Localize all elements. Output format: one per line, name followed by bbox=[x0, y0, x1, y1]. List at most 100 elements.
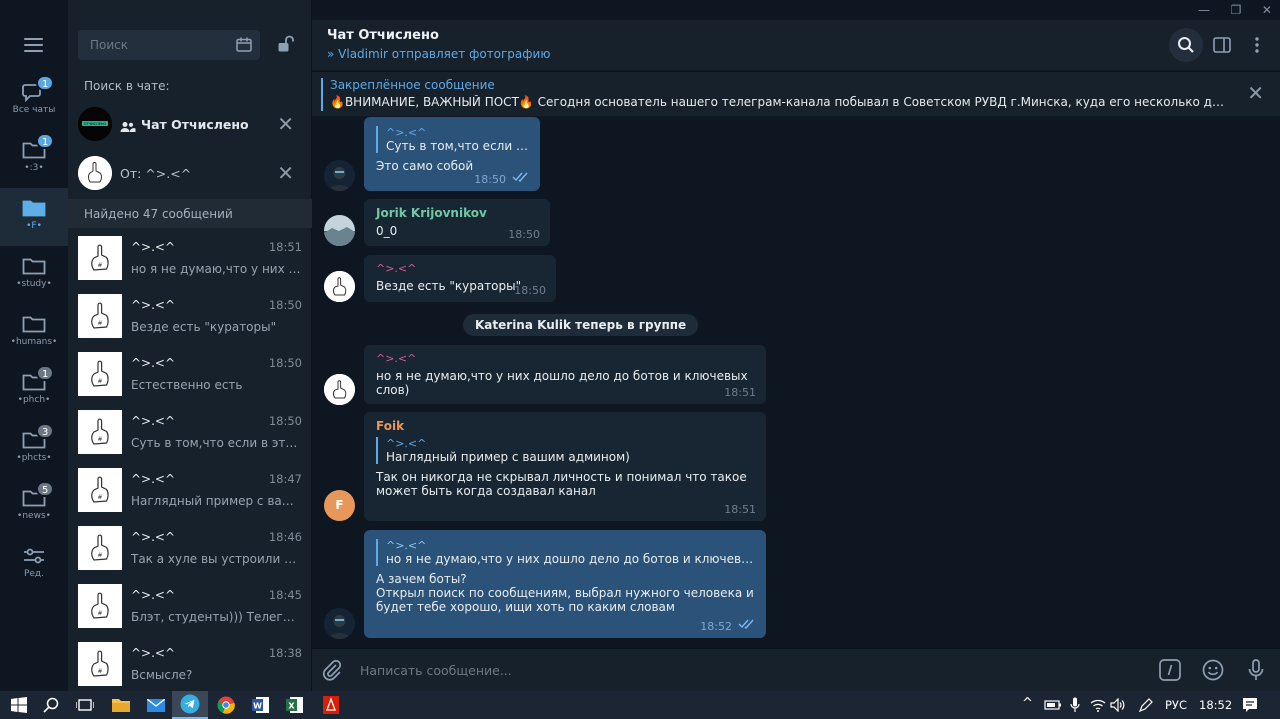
message-author[interactable]: ^>.<^ bbox=[376, 352, 754, 365]
message-author[interactable]: ^>.<^ bbox=[376, 262, 544, 275]
more-button[interactable] bbox=[1240, 28, 1274, 62]
folder-icon bbox=[22, 314, 46, 334]
language-indicator[interactable]: РУС bbox=[1165, 698, 1187, 712]
attach-icon[interactable] bbox=[322, 659, 342, 685]
message-text: но я не думаю,что у них дошло дело до бо… bbox=[376, 369, 748, 397]
search-result-item[interactable]: # ^>.<^ 18:38 Всмысле? bbox=[68, 635, 312, 693]
search-input[interactable] bbox=[78, 30, 228, 60]
close-icon[interactable]: ✕ bbox=[1247, 83, 1264, 103]
double-check-icon bbox=[738, 618, 756, 632]
close-icon[interactable]: ✕ bbox=[277, 114, 294, 134]
from-filter-label: От: ^>.<^ bbox=[120, 166, 192, 181]
volume-icon[interactable] bbox=[1108, 695, 1128, 715]
task-view-icon[interactable] bbox=[75, 695, 95, 715]
message-bubble[interactable]: ^>.<^ Везде есть "кураторы" 18:50 bbox=[364, 255, 556, 302]
close-window-button[interactable]: ✕ bbox=[1262, 0, 1272, 20]
chat-avatar: ОТЧИСЛЕНО bbox=[78, 107, 112, 141]
reply-quote[interactable]: ^>.<^ но я не думаю,что у них дошло дело… bbox=[376, 539, 754, 566]
folder-news[interactable]: 5 •news• bbox=[0, 478, 68, 536]
svg-text:W: W bbox=[253, 702, 262, 711]
reply-quote[interactable]: ^>.<^ Суть в том,что если в э... bbox=[376, 126, 528, 153]
folder-phch[interactable]: 1 •phch• bbox=[0, 362, 68, 420]
microphone-icon[interactable] bbox=[1248, 659, 1264, 685]
result-author: ^>.<^ bbox=[131, 530, 176, 544]
folder-all-chats[interactable]: 1 Все чаты bbox=[0, 72, 68, 130]
folder-edit[interactable]: Ред. bbox=[0, 536, 68, 594]
message-bubble[interactable]: ^>.<^ но я не думаю,что у них дошло дело… bbox=[364, 530, 766, 638]
folder-icon bbox=[22, 256, 46, 276]
user-avatar[interactable] bbox=[324, 374, 355, 405]
search-icon[interactable] bbox=[41, 695, 61, 715]
search-result-item[interactable]: # ^>.<^ 18:50 Суть в том,что если в этом ..… bbox=[68, 403, 312, 461]
result-time: 18:46 bbox=[268, 530, 302, 544]
reply-quote[interactable]: ^>.<^ Наглядный пример с вашим админом) bbox=[376, 437, 754, 464]
user-avatar[interactable] bbox=[324, 160, 355, 191]
file-explorer-icon[interactable] bbox=[111, 695, 131, 715]
search-button[interactable] bbox=[1169, 28, 1203, 62]
message-bubble[interactable]: ^>.<^ Суть в том,что если в э... Это сам… bbox=[364, 117, 540, 191]
folder-label: Ред. bbox=[23, 569, 45, 579]
result-text: Наглядный пример с ваши... bbox=[131, 494, 301, 508]
search-result-item[interactable]: # ^>.<^ 18:50 Везде есть "кураторы" bbox=[68, 287, 312, 345]
user-avatar[interactable] bbox=[324, 608, 355, 639]
folder-icon bbox=[22, 198, 46, 218]
folder-phcts[interactable]: 3 •phcts• bbox=[0, 420, 68, 478]
notifications-icon[interactable] bbox=[1240, 695, 1260, 715]
message-bubble[interactable]: Jorik Krijovnikov 0_0 18:50 bbox=[364, 199, 550, 246]
commands-icon[interactable] bbox=[1159, 659, 1181, 685]
message-bubble[interactable]: Foik ^>.<^ Наглядный пример с вашим адми… bbox=[364, 412, 766, 521]
user-avatar[interactable] bbox=[324, 215, 355, 246]
mail-icon[interactable] bbox=[146, 695, 166, 715]
telegram-taskbar-icon[interactable] bbox=[172, 691, 208, 719]
folder-label: •phch• bbox=[17, 395, 51, 405]
result-text: Так а хуле вы устроили тут ... bbox=[131, 552, 301, 566]
user-avatar[interactable] bbox=[324, 271, 355, 302]
reply-text: Наглядный пример с вашим админом) bbox=[386, 450, 630, 464]
search-result-item[interactable]: # ^>.<^ 18:51 но я не думаю,что у них до... bbox=[68, 229, 312, 287]
message-author[interactable]: Foik bbox=[376, 419, 754, 433]
message-text-line: А зачем боты? bbox=[376, 572, 467, 586]
search-result-item[interactable]: # ^>.<^ 18:47 Наглядный пример с ваши... bbox=[68, 461, 312, 519]
chat-filter[interactable]: ОТЧИСЛЕНО Чат Отчислено ✕ bbox=[68, 100, 312, 150]
chevron-up-icon[interactable]: ^ bbox=[1022, 696, 1033, 711]
message-bubble[interactable]: ^>.<^ но я не думаю,что у них дошло дело… bbox=[364, 345, 766, 404]
search-icon bbox=[1178, 37, 1194, 53]
calendar-icon[interactable] bbox=[236, 37, 252, 56]
lock-open-icon[interactable] bbox=[277, 35, 295, 57]
pinned-message[interactable]: Закреплённое сообщение 🔥ВНИМАНИЕ, ВАЖНЫЙ… bbox=[312, 71, 1280, 116]
folder-f[interactable]: •F• bbox=[0, 188, 68, 246]
windows-start-icon[interactable] bbox=[9, 695, 29, 715]
word-icon[interactable]: W bbox=[251, 695, 271, 715]
user-avatar: # bbox=[78, 294, 122, 338]
microphone-icon[interactable] bbox=[1065, 695, 1085, 715]
result-text: но я не думаю,что у них до... bbox=[131, 262, 301, 276]
svg-text:#: # bbox=[97, 668, 102, 675]
sidebar-toggle-button[interactable] bbox=[1205, 28, 1239, 62]
user-avatar: # bbox=[78, 352, 122, 396]
folder-study[interactable]: •study• bbox=[0, 246, 68, 304]
reply-text: но я не думаю,что у них дошло дело до бо… bbox=[386, 552, 754, 566]
search-result-item[interactable]: # ^>.<^ 18:46 Так а хуле вы устроили тут ..… bbox=[68, 519, 312, 577]
folder-humans[interactable]: •humans• bbox=[0, 304, 68, 362]
battery-icon[interactable] bbox=[1043, 695, 1063, 715]
chat-title[interactable]: Чат Отчислено bbox=[327, 28, 439, 43]
clock[interactable]: 18:52 bbox=[1199, 698, 1232, 712]
minimize-button[interactable]: — bbox=[1198, 0, 1210, 20]
message-author[interactable]: Jorik Krijovnikov bbox=[376, 206, 538, 220]
message-input[interactable] bbox=[360, 657, 1140, 683]
menu-icon[interactable] bbox=[24, 38, 43, 52]
user-avatar[interactable]: F bbox=[324, 490, 355, 521]
chrome-icon[interactable] bbox=[216, 695, 236, 715]
excel-icon[interactable]: X bbox=[285, 695, 305, 715]
close-icon[interactable]: ✕ bbox=[277, 163, 294, 183]
pen-icon[interactable] bbox=[1136, 695, 1156, 715]
search-result-item[interactable]: # ^>.<^ 18:50 Естественно есть bbox=[68, 345, 312, 403]
emoji-icon[interactable] bbox=[1202, 659, 1224, 685]
folder-3[interactable]: 1 •:3• bbox=[0, 130, 68, 188]
search-result-item[interactable]: # ^>.<^ 18:45 Блэт, студенты))) Телега же .… bbox=[68, 577, 312, 635]
maximize-button[interactable]: ❐ bbox=[1231, 0, 1242, 20]
wifi-icon[interactable] bbox=[1088, 695, 1108, 715]
pinned-title: Закреплённое сообщение bbox=[330, 78, 495, 92]
acrobat-icon[interactable] bbox=[321, 695, 341, 715]
from-filter[interactable]: От: ^>.<^ ✕ bbox=[68, 149, 312, 199]
